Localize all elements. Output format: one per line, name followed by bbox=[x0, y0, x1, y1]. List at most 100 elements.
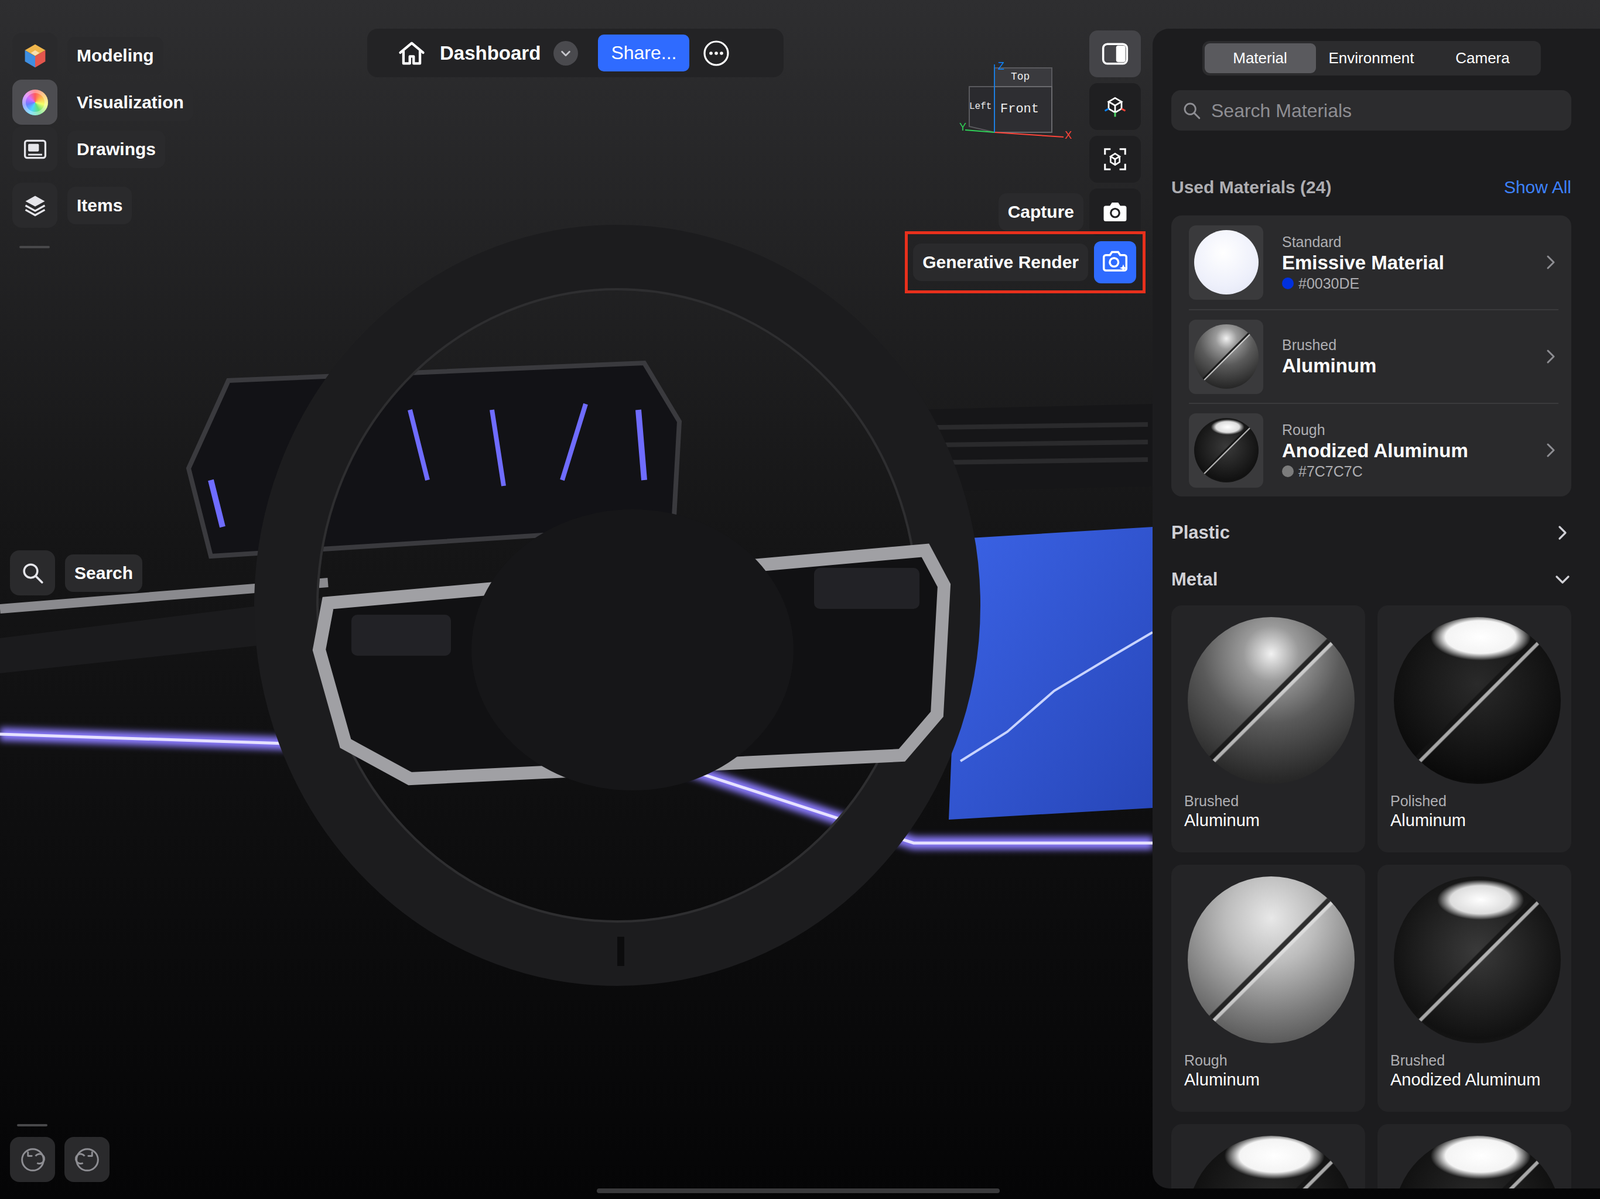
mode-item[interactable]: Drawings bbox=[12, 126, 194, 172]
share-button[interactable]: Share... bbox=[597, 34, 690, 71]
material-name: Aluminum bbox=[1390, 809, 1565, 832]
cube-front-label[interactable]: Front bbox=[1000, 103, 1039, 116]
search-icon bbox=[20, 561, 46, 586]
material-search[interactable] bbox=[1171, 90, 1572, 131]
material-sphere bbox=[1194, 418, 1259, 483]
material-name: Aluminum bbox=[1184, 809, 1359, 832]
view-cube[interactable]: TopLeftFrontXYZ bbox=[958, 60, 1076, 149]
mode-button[interactable] bbox=[12, 79, 58, 125]
history-buttons bbox=[9, 1137, 110, 1183]
chevron-right-icon bbox=[1543, 347, 1559, 366]
chevron-down-icon bbox=[559, 46, 573, 60]
material-info: RoughAnodized Aluminum#7C7C7C bbox=[1281, 421, 1525, 481]
search-tool[interactable]: Search bbox=[9, 550, 143, 596]
metal-materials-grid: BrushedAluminumPolishedAluminumRoughAlum… bbox=[1171, 605, 1572, 1189]
home-button[interactable] bbox=[396, 38, 427, 69]
material-search-input[interactable] bbox=[1209, 96, 1561, 126]
material-tile[interactable]: BrushedAluminum bbox=[1171, 605, 1366, 853]
tool-row bbox=[1089, 135, 1141, 183]
mode-button[interactable] bbox=[12, 126, 58, 172]
panel-tab[interactable]: Material bbox=[1204, 43, 1316, 74]
redo-icon bbox=[74, 1147, 101, 1174]
chevron-right-icon bbox=[1543, 441, 1559, 460]
view-tools: Capture Generative Render bbox=[913, 30, 1141, 284]
more-button[interactable] bbox=[702, 39, 731, 68]
generative-render-button[interactable] bbox=[1093, 241, 1137, 284]
search-icon bbox=[1181, 100, 1202, 121]
material-name: Aluminum bbox=[1281, 353, 1525, 378]
layers-icon bbox=[22, 192, 49, 219]
chevron-icon bbox=[1553, 571, 1572, 589]
color-dot bbox=[1281, 465, 1294, 478]
category-label[interactable]: Metal bbox=[1171, 566, 1218, 594]
material-sphere bbox=[1194, 230, 1259, 295]
mode-item[interactable]: Visualization bbox=[12, 79, 194, 125]
generative-render-label[interactable]: Generative Render bbox=[913, 243, 1089, 282]
material-sphere bbox=[1393, 617, 1561, 785]
mode-button[interactable] bbox=[12, 32, 58, 78]
mode-toolbar: Modeling Visualization Drawings Items bbox=[12, 32, 194, 249]
document-menu-button[interactable] bbox=[553, 40, 579, 66]
show-all-link[interactable]: Show All bbox=[1503, 173, 1572, 201]
capture-label[interactable]: Capture bbox=[998, 193, 1084, 231]
material-sphere bbox=[1393, 876, 1561, 1044]
material-info: BrushedAluminum bbox=[1281, 336, 1525, 378]
panel-tabs: MaterialEnvironmentCamera bbox=[1202, 40, 1541, 76]
home-indicator[interactable] bbox=[596, 1188, 1000, 1194]
material-name: Anodized Aluminum bbox=[1390, 1069, 1565, 1091]
material-row[interactable]: StandardEmissive Material#0030DE bbox=[1188, 215, 1559, 310]
fit-view-button[interactable] bbox=[1089, 135, 1141, 183]
material-tile[interactable] bbox=[1171, 1124, 1366, 1189]
color-hex: #7C7C7C bbox=[1298, 462, 1363, 481]
material-row[interactable]: RoughAnodized Aluminum#7C7C7C bbox=[1188, 402, 1559, 497]
material-type: Rough bbox=[1281, 421, 1525, 439]
materials-panel: MaterialEnvironmentCamera Used Materials … bbox=[1152, 28, 1600, 1189]
axis-y-label: Y bbox=[959, 121, 967, 133]
mode-label[interactable]: Items bbox=[67, 186, 132, 225]
panel-tab[interactable]: Camera bbox=[1427, 43, 1539, 74]
cube-top-label[interactable]: Top bbox=[1010, 71, 1030, 82]
material-name: Anodized Aluminum bbox=[1281, 438, 1525, 463]
cube-left-label[interactable]: Left bbox=[969, 101, 992, 112]
material-category[interactable]: Plastic bbox=[1171, 509, 1572, 557]
material-tile[interactable]: BrushedAnodized Aluminum bbox=[1377, 865, 1572, 1113]
search-label[interactable]: Search bbox=[65, 554, 143, 593]
tool-row bbox=[1089, 30, 1141, 78]
mode-label[interactable]: Modeling bbox=[67, 36, 164, 75]
mode-label[interactable]: Drawings bbox=[67, 130, 166, 169]
mode-item[interactable]: Modeling bbox=[12, 32, 194, 78]
material-type: Standard bbox=[1281, 233, 1525, 251]
material-tile[interactable]: RoughAluminum bbox=[1171, 865, 1366, 1113]
undo-icon bbox=[19, 1147, 46, 1174]
document-title[interactable]: Dashboard bbox=[439, 38, 541, 68]
axes-icon bbox=[1102, 93, 1128, 120]
search-button[interactable] bbox=[9, 550, 56, 596]
material-tile[interactable]: PolishedAluminum bbox=[1377, 605, 1572, 853]
toolbar-divider bbox=[19, 245, 50, 249]
used-materials-title: Used Materials (24) bbox=[1171, 173, 1332, 201]
redo-button[interactable] bbox=[64, 1137, 110, 1183]
mode-item[interactable]: Items bbox=[12, 182, 194, 228]
material-type: Polished bbox=[1390, 792, 1565, 810]
material-sphere bbox=[1187, 876, 1355, 1044]
material-tile[interactable] bbox=[1377, 1124, 1572, 1189]
material-name: Aluminum bbox=[1184, 1069, 1359, 1091]
category-label[interactable]: Plastic bbox=[1171, 519, 1230, 547]
mode-button[interactable] bbox=[12, 182, 58, 228]
mode-label[interactable]: Visualization bbox=[67, 83, 194, 122]
tool-row bbox=[1089, 83, 1141, 131]
panel-toggle-button[interactable] bbox=[1089, 30, 1141, 78]
tool-row: Capture bbox=[998, 188, 1141, 236]
material-row[interactable]: BrushedAluminum bbox=[1188, 309, 1559, 403]
used-materials-list: StandardEmissive Material#0030DE BrushedA… bbox=[1171, 215, 1572, 497]
camera-icon bbox=[1101, 200, 1129, 224]
material-category[interactable]: Metal bbox=[1171, 556, 1572, 604]
material-info: StandardEmissive Material#0030DE bbox=[1281, 233, 1525, 293]
undo-button[interactable] bbox=[9, 1137, 56, 1183]
panel-tab[interactable]: Environment bbox=[1315, 43, 1428, 74]
material-type: Rough bbox=[1184, 1051, 1359, 1070]
axes-button[interactable] bbox=[1089, 83, 1141, 131]
visualization-icon bbox=[22, 89, 49, 116]
fit-view-icon bbox=[1101, 145, 1129, 173]
capture-button[interactable] bbox=[1089, 188, 1141, 236]
